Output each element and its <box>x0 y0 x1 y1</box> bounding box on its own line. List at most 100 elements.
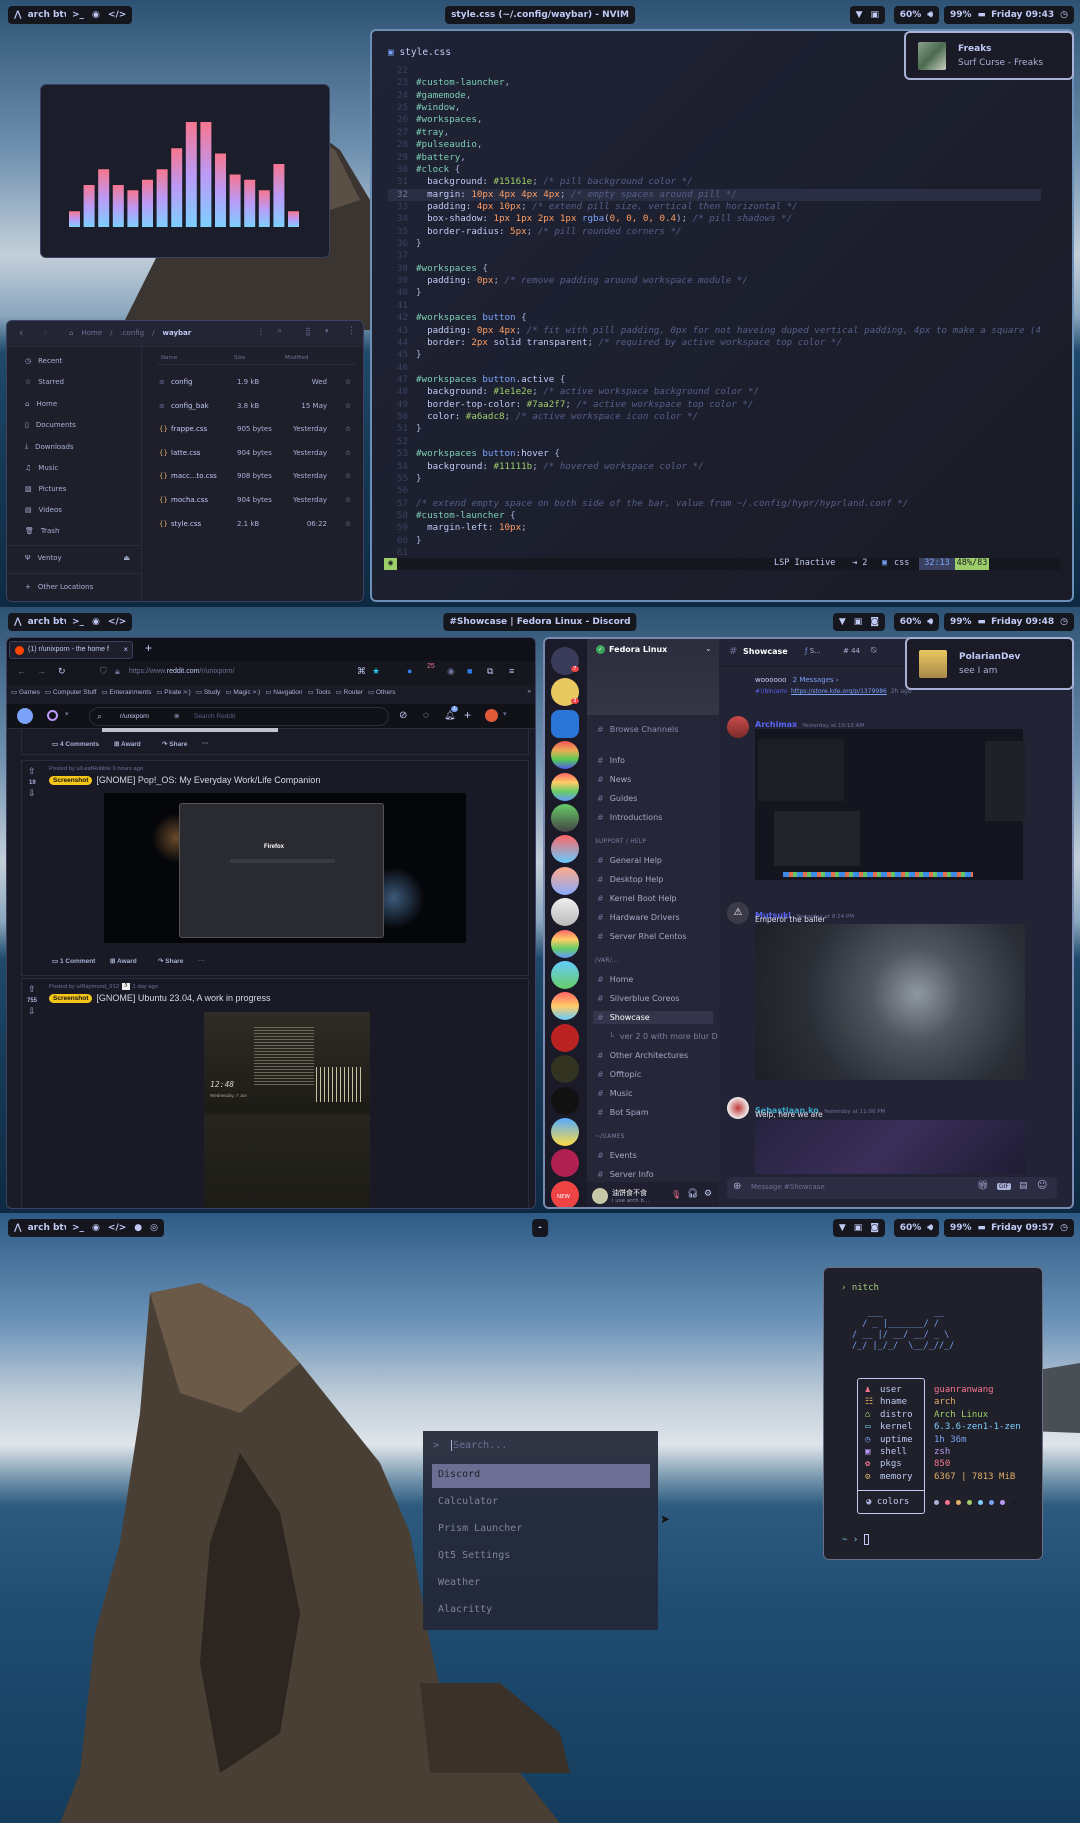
clock[interactable]: Friday 09:43 ◷ <box>985 6 1074 24</box>
volume-indicator[interactable]: 60% 🔊︎ <box>893 613 939 631</box>
reload-button[interactable]: ↻ <box>58 666 66 677</box>
mute-mic-icon[interactable]: 🎙︎ <box>671 1190 681 1199</box>
workspace-discord-icon[interactable]: ● <box>134 1223 142 1233</box>
column-name[interactable]: Name <box>161 355 177 361</box>
extension-icon[interactable]: ■ <box>467 666 472 676</box>
launcher-item-calculator[interactable]: Calculator <box>432 1491 650 1515</box>
bookmark-folder[interactable]: ▭ Router <box>336 688 363 702</box>
chevron-down-icon[interactable]: ▾ <box>65 710 69 718</box>
channel-hardware-drivers[interactable]: # Hardware Drivers <box>597 913 680 922</box>
sidebar-item-pictures[interactable]: ▨ Pictures <box>25 485 66 493</box>
launcher-item-alacritty[interactable]: Alacritty <box>432 1599 650 1623</box>
bookmark-folder[interactable]: ▭ Pirate >:) <box>156 688 191 702</box>
launcher-item-prism-launcher[interactable]: Prism Launcher <box>432 1518 650 1542</box>
message-avatar[interactable] <box>727 1097 749 1119</box>
workspace-code-icon[interactable]: </> <box>108 617 126 627</box>
tab-reddit[interactable]: (1) r/unixporn - the home f × <box>9 641 133 659</box>
sidebar-item-recent[interactable]: ◷ Recent <box>25 357 62 365</box>
clock[interactable]: Friday 09:57 ◷ <box>985 1219 1074 1237</box>
post-title[interactable]: [GNOME] Pop!_OS: My Everyday Work/Life C… <box>96 775 320 785</box>
threads-button[interactable]: # 44 <box>843 647 860 655</box>
sidebar-item-starred[interactable]: ☆ Starred <box>25 378 64 386</box>
chevron-down-icon[interactable]: ▾ <box>503 710 507 718</box>
wifi-icon[interactable]: ▼ <box>856 10 863 20</box>
reddit-logo-icon[interactable] <box>17 708 33 724</box>
share-button[interactable]: ↷ Share <box>158 957 183 965</box>
channel-home[interactable]: # Home <box>597 975 633 984</box>
channel-server-rhel-centos[interactable]: # Server Rhel Centos <box>597 932 687 941</box>
award-button[interactable]: ⊞ Award <box>110 957 137 965</box>
chevron-down-icon[interactable]: ▾ <box>325 327 329 335</box>
create-post-button[interactable]: + <box>464 708 471 722</box>
community-icon[interactable] <box>47 710 58 721</box>
sidebar-item-trash[interactable]: 🗑︎ Trash <box>25 527 59 535</box>
launcher-search-input[interactable]: > Search... <box>433 1440 508 1451</box>
music-notification[interactable]: Freaks Surf Curse - Freaks <box>904 31 1074 80</box>
server-icon[interactable] <box>551 1086 579 1115</box>
more-options-icon[interactable]: ··· <box>202 740 209 747</box>
breadcrumb-waybar[interactable]: waybar <box>163 329 192 337</box>
menu-icon[interactable]: ≡ <box>509 666 514 676</box>
bookmark-folder[interactable]: ▭ Tools <box>308 688 331 702</box>
upvote-icon[interactable]: ⇧ <box>28 766 36 777</box>
workspace-terminal-icon[interactable]: >_ <box>72 1223 84 1233</box>
star-icon[interactable]: ☆ <box>345 520 351 528</box>
more-options-icon[interactable]: ··· <box>198 957 205 964</box>
server-icon[interactable] <box>551 929 579 958</box>
discord-tray-icon[interactable]: ◙ <box>870 617 879 627</box>
eject-icon[interactable]: ⏏ <box>123 554 130 562</box>
discord-tray-icon[interactable]: ◙ <box>870 1223 879 1233</box>
launcher-item-discord[interactable]: Discord <box>432 1464 650 1488</box>
sidebar-item-downloads[interactable]: ⤓ Downloads <box>25 442 74 451</box>
clear-community-icon[interactable]: ⊗ <box>174 712 179 720</box>
workspace-obs-icon[interactable]: ◎ <box>150 1223 158 1233</box>
message-image[interactable] <box>755 924 1025 1080</box>
browse-channels[interactable]: # Browse Channels <box>597 725 678 734</box>
star-icon[interactable]: ☆ <box>345 449 351 457</box>
close-tab-icon[interactable]: × <box>123 645 128 654</box>
more-bookmarks-icon[interactable]: » <box>527 688 531 702</box>
server-banner[interactable]: ✓ Fedora Linux ⌄ <box>587 639 719 715</box>
channel-general-help[interactable]: # General Help <box>597 856 662 865</box>
clipboard-icon[interactable]: ▣ <box>854 617 863 627</box>
server-icon[interactable] <box>551 961 579 989</box>
file-row[interactable]: {} frappe.css 905 bytes Yesterday ☆ <box>157 423 357 437</box>
user-avatar[interactable] <box>592 1188 608 1204</box>
terminal-prompt[interactable]: ~ › <box>842 1534 869 1545</box>
bookmark-folder[interactable]: ▭ Magic >:) <box>225 688 260 702</box>
clock[interactable]: Friday 09:48 ◷ <box>985 613 1074 631</box>
channel-server-info[interactable]: # Server Info <box>597 1170 654 1179</box>
message-image[interactable] <box>755 1120 1025 1174</box>
settings-gear-icon[interactable]: ⚙ <box>704 1189 712 1199</box>
channel-kernel-boot-help[interactable]: # Kernel Boot Help <box>597 894 677 903</box>
channel-introductions[interactable]: # Introductions <box>597 813 662 822</box>
community-chip[interactable]: r/unixporn <box>120 713 149 720</box>
gift-icon[interactable]: 🎁︎ <box>977 1181 988 1191</box>
extension-badge[interactable]: 25 <box>427 663 435 670</box>
star-icon[interactable]: ☆ <box>345 496 351 504</box>
channel-events[interactable]: # Events <box>597 1151 637 1160</box>
bookmark-folder[interactable]: ▭ Enterainments <box>101 688 151 702</box>
server-icon[interactable] <box>551 1023 579 1052</box>
downvote-icon[interactable]: ⇩ <box>28 788 36 799</box>
channel-music[interactable]: # Music <box>597 1089 632 1098</box>
back-button[interactable]: ‹ <box>19 326 23 339</box>
file-row[interactable]: ≡ config 1.9 kB Wed ☆ <box>157 376 357 390</box>
channel-category[interactable]: ~/GAMES <box>595 1134 625 1140</box>
star-icon[interactable]: ☆ <box>345 425 351 433</box>
clipboard-icon[interactable]: ▣ <box>870 10 879 20</box>
column-size[interactable]: Size <box>234 355 245 361</box>
file-row[interactable]: ≡ config_bak 3.8 kB 15 May ☆ <box>157 400 357 414</box>
thread-preview[interactable]: woooooo 2 Messages › <box>755 676 839 684</box>
thread-item[interactable]: └ ver 2 0 with more blur D <box>609 1032 718 1041</box>
folder-icon[interactable] <box>551 709 579 738</box>
share-button[interactable]: ↷ Share <box>162 740 187 748</box>
menu-dots-icon[interactable]: ⋮ <box>257 327 265 336</box>
server-icon[interactable] <box>551 804 579 832</box>
emoji-icon[interactable]: ☺ <box>1037 1180 1047 1191</box>
back-button[interactable]: ← <box>17 666 26 676</box>
launcher-item-weather[interactable]: Weather <box>432 1572 650 1596</box>
file-row[interactable]: {} mocha.css 904 bytes Yesterday ☆ <box>157 494 357 508</box>
upvote-icon[interactable]: ⇧ <box>28 984 36 995</box>
server-icon[interactable] <box>551 835 579 864</box>
